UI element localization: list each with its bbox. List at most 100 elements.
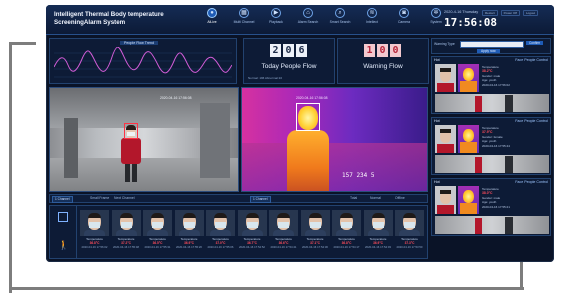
- record-thermal-photo: [458, 64, 479, 92]
- playback-icon: ▶: [271, 8, 281, 18]
- capture-time: 2020-04-16 17:55:20: [176, 245, 202, 249]
- apply-now-button[interactable]: Apply now: [477, 49, 500, 53]
- capture-card[interactable]: Temperature 36.8°C 2020-04-16 17:56:02: [80, 210, 109, 256]
- restart-button[interactable]: Restart: [482, 10, 498, 16]
- normal-label: Normal: [370, 196, 381, 200]
- alarm-icon: ⌂: [303, 8, 313, 18]
- app-title-line2: ScreeningAlarm System: [54, 19, 126, 26]
- record-status: Hot: [434, 58, 440, 62]
- capture-card[interactable]: Temperature 36.6°C 2020-04-16 17:54:41: [269, 210, 298, 256]
- face-thumbnail: [174, 210, 204, 236]
- next-channel-button[interactable]: Next Channel: [114, 196, 135, 200]
- top-bar: Intelligent Thermal Body temperature Scr…: [46, 5, 554, 35]
- capture-card[interactable]: Temperature 36.8°C 2020-04-16 17:54:17: [332, 210, 361, 256]
- nav-item-multi-channel[interactable]: ▦ Multi Channel: [228, 8, 260, 32]
- system-buttons: Restart Power Off Logout: [482, 10, 539, 16]
- capture-time: 2020-04-16 17:54:17: [333, 245, 360, 249]
- wifi-icon: ≋: [367, 8, 377, 18]
- record-header: Hot Face People Control: [434, 58, 548, 62]
- warning-type-label: Warning Type: [434, 42, 455, 46]
- nav-item-alarm-search[interactable]: ⌂ Alarm Search: [292, 8, 324, 32]
- record-time: 2020-04-16 17:55:21: [482, 204, 510, 209]
- face-thumbnail: [300, 210, 330, 236]
- record-face-photo: [435, 125, 456, 153]
- record-face-photo: [435, 186, 456, 214]
- date-text: 2020-4-16 Thursday: [444, 10, 479, 14]
- record-status: Hot: [434, 180, 440, 184]
- record-header: Hot Face People Control: [434, 180, 548, 184]
- record-time: 2020-04-16 17:56:02: [482, 82, 510, 87]
- thermal-id: 157 234 5: [342, 172, 375, 179]
- warning-flow-digits: 1 0 0: [364, 44, 401, 57]
- trend-title: People Flow Trend: [120, 41, 158, 45]
- nav-item-ailive[interactable]: ● AiLive: [196, 8, 228, 32]
- search-icon: ⌕: [335, 8, 345, 18]
- face-thumbnail: [206, 210, 235, 236]
- capture-card[interactable]: Temperature 36.9°C 2020-04-16 17:55:20: [174, 210, 204, 256]
- alarm-record[interactable]: Hot Face People Control Temperature 38.2°C G…: [431, 56, 551, 114]
- visible-camera-view[interactable]: 2020-04-16 17:56:08: [49, 87, 239, 192]
- total-label: Total: [350, 196, 358, 200]
- device-frame-left: [9, 42, 36, 293]
- nav-item-smart-search[interactable]: ⌕ Smart Search: [324, 8, 356, 32]
- warning-flow-panel: 1 0 0 Warning Flow: [337, 38, 429, 84]
- grid-icon: ▦: [239, 8, 249, 18]
- thermal-timestamp: 2020-04-16 17:56:08: [296, 96, 328, 100]
- channel-select-right[interactable]: 1 Channel: [250, 196, 271, 203]
- record-info: Temperature 38.2°C Gender: male Age: youth 2…: [482, 65, 510, 87]
- alarm-filter-panel: Warning Type Confirm Apply now: [431, 38, 551, 54]
- people-flow-trend-panel: People Flow Trend: [49, 38, 237, 84]
- record-thermal-photo: [458, 186, 479, 214]
- device-frame-bottom: [9, 287, 524, 290]
- capture-card[interactable]: Temperature 36.5°C 2020-04-16 17:55:31: [143, 210, 172, 256]
- capture-time: 2020-04-16 17:54:41: [270, 245, 297, 249]
- today-flow-label: Today People Flow: [261, 63, 317, 70]
- capture-card[interactable]: Temperature 37.3°C 2020-04-16 17:53:50: [395, 210, 424, 256]
- logout-button[interactable]: Logout: [522, 10, 539, 16]
- face-thumbnail: [237, 210, 267, 236]
- capture-time: 2020-04-16 17:53:50: [396, 245, 423, 249]
- small-frame-toggle[interactable]: Small Frame: [90, 196, 109, 200]
- thermal-person: [287, 103, 329, 191]
- capture-time: 2020-04-16 17:54:03: [365, 245, 391, 249]
- today-flow-digit: 6: [296, 44, 307, 57]
- capture-time: 2020-04-16 17:54:52: [239, 245, 265, 249]
- capture-card[interactable]: Temperature 37.1°C 2020-04-16 17:54:30: [300, 210, 330, 256]
- warning-flow-digit: 1: [364, 44, 375, 57]
- power-off-button[interactable]: Power Off: [500, 10, 520, 16]
- warning-flow-digit: 0: [390, 44, 401, 57]
- record-info: Temperature 38.0°C Gender: male Age: youth 2…: [482, 187, 510, 209]
- record-type: Face People Control: [515, 58, 548, 62]
- capture-card[interactable]: Temperature 36.7°C 2020-04-16 17:54:52: [237, 210, 267, 256]
- confirm-button[interactable]: Confirm: [526, 41, 544, 45]
- thermal-camera-view[interactable]: 2020-04-16 17:56:08 157 234 5: [241, 87, 428, 192]
- person-figure: [120, 123, 142, 184]
- capture-card[interactable]: Temperature 36.9°C 2020-04-16 17:54:03: [363, 210, 393, 256]
- offline-label: Offline: [395, 196, 405, 200]
- today-flow-sub: Normal: 196 Abnormal:10: [248, 76, 283, 80]
- alarm-record[interactable]: Hot Face People Control Temperature 37.9°C G…: [431, 117, 551, 175]
- record-thermal-photo: [458, 125, 479, 153]
- warning-type-input[interactable]: [460, 41, 524, 48]
- capture-card[interactable]: Temperature 37.2°C 2020-04-16 17:55:48: [111, 210, 141, 256]
- today-flow-digits: 2 0 6: [270, 44, 307, 57]
- record-type: Face People Control: [515, 180, 548, 184]
- capture-strip: 🚶 Temperature 36.8°C 2020-04-16 17:56:02 Te…: [49, 205, 428, 259]
- capture-time: 2020-04-16 17:56:02: [81, 245, 108, 249]
- alarm-record[interactable]: Hot Face People Control Temperature 38.0°C G…: [431, 178, 551, 236]
- record-type: Face People Control: [515, 119, 548, 123]
- record-status: Hot: [434, 119, 440, 123]
- record-scene: [435, 216, 549, 234]
- capture-strip-side: 🚶: [50, 206, 77, 258]
- today-flow-digit: 2: [270, 44, 281, 57]
- record-scene: [435, 155, 549, 173]
- nav-item-intellect[interactable]: ≋ Intellect: [356, 8, 388, 32]
- capture-time: 2020-04-16 17:55:06: [207, 245, 234, 249]
- capture-card[interactable]: Temperature 37.0°C 2020-04-16 17:55:06: [206, 210, 235, 256]
- face-thumbnail: [332, 210, 361, 236]
- alarm-records-column: Warning Type Confirm Apply now Hot Face P…: [431, 38, 551, 260]
- nav-item-camera[interactable]: ◙ Camera: [388, 8, 420, 32]
- channel-select-left[interactable]: 1 Channel: [52, 196, 73, 203]
- capture-time: 2020-04-16 17:55:31: [144, 245, 171, 249]
- nav-item-playback[interactable]: ▶ Playback: [260, 8, 292, 32]
